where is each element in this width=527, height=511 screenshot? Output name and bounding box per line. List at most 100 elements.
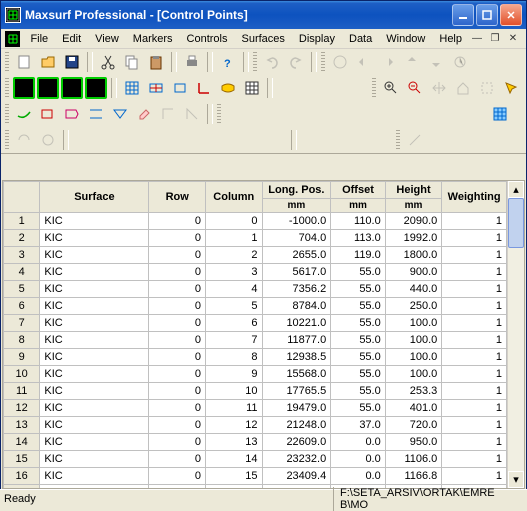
col-longpos[interactable]: Long. Pos. [262,182,331,199]
cell-row[interactable]: 0 [149,468,206,485]
view-perspective-icon[interactable] [13,77,35,99]
c8-icon[interactable] [193,129,215,151]
cell-row[interactable]: 0 [149,332,206,349]
help-icon[interactable]: ? [217,51,239,73]
cell-longpos[interactable]: 17765.5 [262,383,331,400]
cell-surface[interactable]: KIC [40,383,149,400]
view-plan-icon[interactable] [37,77,59,99]
cell-height[interactable]: 2090.0 [385,213,442,230]
rotate-right-icon[interactable] [377,51,399,73]
t4-icon[interactable] [297,103,319,125]
cell-rownum[interactable]: 12 [4,400,40,417]
cell-rownum[interactable]: 14 [4,434,40,451]
c10-icon[interactable] [241,129,263,151]
t10-icon[interactable] [441,103,463,125]
cell-weighting[interactable]: 1 [442,383,507,400]
menu-help[interactable]: Help [433,31,468,47]
cell-col[interactable]: 16 [205,485,262,489]
net-icon[interactable] [145,77,167,99]
menu-surfaces[interactable]: Surfaces [236,31,291,47]
cell-height[interactable]: 720.0 [385,417,442,434]
t5-icon[interactable] [321,103,343,125]
t1-icon[interactable] [225,103,247,125]
cell-longpos[interactable]: 23232.0 [262,451,331,468]
cell-surface[interactable]: KIC [40,298,149,315]
c11-icon[interactable] [265,129,287,151]
data-table-scroll[interactable]: Surface Row Column Long. Pos. Offset Hei… [3,181,507,488]
menu-view[interactable]: View [89,31,125,47]
cell-rownum[interactable]: 2 [4,230,40,247]
new-icon[interactable] [13,51,35,73]
view-profile-icon[interactable] [61,77,83,99]
shape3-icon[interactable] [61,103,83,125]
shape4-icon[interactable] [85,103,107,125]
cell-row[interactable]: 0 [149,264,206,281]
hull-icon[interactable] [217,77,239,99]
mdi-close-button[interactable]: ✕ [506,32,520,46]
toolbar-grip[interactable] [396,130,400,150]
cell-rownum[interactable]: 8 [4,332,40,349]
shape2-icon[interactable] [37,103,59,125]
rotate-reset-icon[interactable] [449,51,471,73]
cell-longpos[interactable]: 21248.0 [262,417,331,434]
view-body-icon[interactable] [85,77,107,99]
col-weighting[interactable]: Weighting [442,182,507,213]
cell-col[interactable]: 12 [205,417,262,434]
c3-icon[interactable] [73,129,95,151]
toolbar-grip[interactable] [321,52,325,72]
cell-rownum[interactable]: 11 [4,383,40,400]
cell-row[interactable]: 0 [149,451,206,468]
scroll-up-icon[interactable]: ▴ [508,181,524,198]
d1-icon[interactable] [157,103,179,125]
cell-surface[interactable]: KIC [40,366,149,383]
col-rownum[interactable] [4,182,40,213]
cell-rownum[interactable]: 17 [4,485,40,489]
c6-icon[interactable] [145,129,167,151]
col-column[interactable]: Column [205,182,262,213]
cell-weighting[interactable]: 1 [442,281,507,298]
t3-icon[interactable] [273,103,295,125]
m2-icon[interactable] [428,129,450,151]
cell-offset[interactable]: 113.0 [331,230,386,247]
c5-icon[interactable] [121,129,143,151]
zoom-in-icon[interactable] [380,77,402,99]
cell-rownum[interactable]: 5 [4,281,40,298]
cell-surface[interactable]: KIC [40,485,149,489]
table-row[interactable]: 7KIC0610221.055.0100.01 [4,315,507,332]
cell-col[interactable]: 3 [205,264,262,281]
cell-col[interactable]: 13 [205,434,262,451]
copy-icon[interactable] [121,51,143,73]
col-height[interactable]: Height [385,182,442,199]
shape5-icon[interactable] [109,103,131,125]
cell-col[interactable]: 4 [205,281,262,298]
menu-file[interactable]: File [24,31,54,47]
cell-rownum[interactable]: 9 [4,349,40,366]
cell-surface[interactable]: KIC [40,400,149,417]
cell-weighting[interactable]: 1 [442,332,507,349]
cell-row[interactable]: 0 [149,485,206,489]
cell-row[interactable]: 0 [149,315,206,332]
cell-col[interactable]: 14 [205,451,262,468]
cell-surface[interactable]: KIC [40,264,149,281]
table-row[interactable]: 15KIC01423232.00.01106.01 [4,451,507,468]
cell-height[interactable]: 100.0 [385,366,442,383]
cell-height[interactable]: 900.0 [385,264,442,281]
cell-weighting[interactable]: 1 [442,349,507,366]
axes-icon[interactable] [193,77,215,99]
cell-weighting[interactable]: 1 [442,468,507,485]
cell-col[interactable]: 7 [205,332,262,349]
table-row[interactable]: 14KIC01322609.00.0950.01 [4,434,507,451]
cell-height[interactable]: 440.0 [385,281,442,298]
grid-toggle-icon[interactable] [489,103,511,125]
cell-row[interactable]: 0 [149,213,206,230]
cell-row[interactable]: 0 [149,298,206,315]
rotate-up-icon[interactable] [401,51,423,73]
table-row[interactable]: 13KIC01221248.037.0720.01 [4,417,507,434]
cell-height[interactable]: 100.0 [385,315,442,332]
c1-icon[interactable] [13,129,35,151]
cell-col[interactable]: 5 [205,298,262,315]
cell-surface[interactable]: KIC [40,230,149,247]
cell-longpos[interactable]: 12938.5 [262,349,331,366]
cell-col[interactable]: 8 [205,349,262,366]
cell-rownum[interactable]: 16 [4,468,40,485]
